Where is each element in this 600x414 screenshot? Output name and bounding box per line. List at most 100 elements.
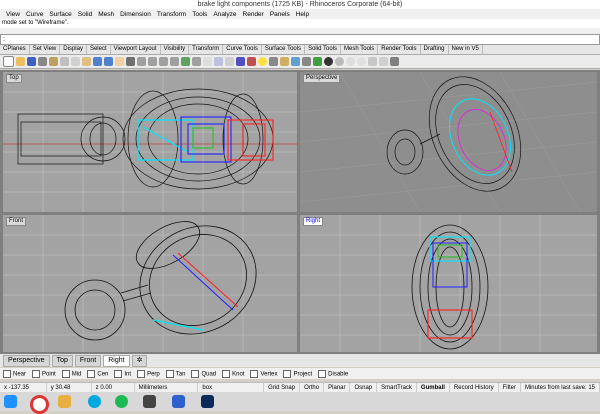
- osnap-tan[interactable]: Tan: [165, 369, 185, 378]
- four-views-icon[interactable]: [192, 57, 201, 66]
- viewport-front[interactable]: Front: [3, 215, 297, 352]
- unlock-icon[interactable]: [291, 57, 300, 66]
- app-icon[interactable]: [172, 395, 185, 408]
- help-icon[interactable]: [390, 57, 399, 66]
- menu-render[interactable]: Render: [243, 11, 264, 18]
- named-views-icon[interactable]: [214, 57, 223, 66]
- viewport-tab-perspective[interactable]: Perspective: [3, 354, 50, 367]
- new-icon[interactable]: [3, 56, 14, 67]
- osnap-int[interactable]: Int: [114, 369, 131, 378]
- menu-solid[interactable]: Solid: [78, 11, 92, 18]
- render-icon[interactable]: [368, 57, 377, 66]
- taskbar: [0, 392, 600, 414]
- menu-tools[interactable]: Tools: [192, 11, 207, 18]
- shaded-icon[interactable]: [313, 57, 322, 66]
- tab-viewport-layout[interactable]: Viewport Layout: [111, 45, 161, 54]
- menu-dimension[interactable]: Dimension: [120, 11, 151, 18]
- copy-icon[interactable]: [71, 57, 80, 66]
- file-explorer-icon[interactable]: [58, 395, 71, 408]
- pan-icon[interactable]: [115, 57, 124, 66]
- tab-display[interactable]: Display: [60, 45, 87, 54]
- tab-drafting[interactable]: Drafting: [421, 45, 449, 54]
- lights-icon[interactable]: [247, 57, 256, 66]
- tab-render-tools[interactable]: Render Tools: [378, 45, 421, 54]
- open-icon[interactable]: [16, 57, 25, 66]
- viewport-tab-front[interactable]: Front: [74, 354, 102, 367]
- menu-curve[interactable]: Curve: [26, 11, 43, 18]
- zoom-extents-icon[interactable]: [159, 57, 168, 66]
- photoshop-icon[interactable]: [201, 395, 214, 408]
- start-icon[interactable]: [4, 395, 17, 408]
- material-icon[interactable]: [346, 57, 355, 66]
- skype-icon[interactable]: [88, 395, 101, 408]
- options-icon[interactable]: [379, 57, 388, 66]
- wireframe-icon[interactable]: [302, 57, 311, 66]
- rotate-view-icon[interactable]: [126, 57, 135, 66]
- osnap-knot[interactable]: Knot: [222, 369, 244, 378]
- zoom-icon[interactable]: [137, 57, 146, 66]
- menu-help[interactable]: Help: [296, 11, 309, 18]
- show-icon[interactable]: [269, 57, 278, 66]
- cut-icon[interactable]: [60, 57, 69, 66]
- command-input[interactable]: :: [0, 34, 600, 45]
- layer-icon[interactable]: [236, 57, 245, 66]
- osnap-quad[interactable]: Quad: [191, 369, 216, 378]
- viewport-tab-right[interactable]: Right: [103, 354, 130, 367]
- viewport-label-right[interactable]: Right: [303, 217, 324, 226]
- menu-mesh[interactable]: Mesh: [98, 11, 114, 18]
- select-icon[interactable]: [225, 57, 234, 66]
- osnap-perp[interactable]: Perp: [137, 369, 160, 378]
- osnap-project[interactable]: Project: [283, 369, 312, 378]
- menu-view[interactable]: View: [6, 11, 20, 18]
- command-history: mode set to "Wireframe".: [0, 19, 600, 28]
- viewport-right[interactable]: Right: [300, 215, 597, 352]
- undo-view-icon[interactable]: [181, 57, 190, 66]
- rhino-icon[interactable]: [143, 395, 156, 408]
- viewport-label-top[interactable]: Top: [6, 74, 22, 83]
- print-icon[interactable]: [38, 57, 47, 66]
- tab-new-in-v5[interactable]: New in V5: [449, 45, 483, 54]
- environment-icon[interactable]: [357, 57, 366, 66]
- viewport-label-perspective[interactable]: Perspective: [303, 74, 341, 83]
- paste-icon[interactable]: [82, 57, 91, 66]
- tab-mesh-tools[interactable]: Mesh Tools: [341, 45, 379, 54]
- save-icon[interactable]: [27, 57, 36, 66]
- redo-icon[interactable]: [104, 57, 113, 66]
- osnap-bar: Near Point Mid Cen Int Perp Tan Quad Kno…: [0, 368, 600, 379]
- undo-icon[interactable]: [93, 57, 102, 66]
- menu-panels[interactable]: Panels: [270, 11, 290, 18]
- osnap-disable[interactable]: Disable: [318, 369, 348, 378]
- osnap-point[interactable]: Point: [32, 369, 56, 378]
- viewport-perspective[interactable]: Perspective: [300, 72, 597, 212]
- viewport-top[interactable]: Top: [3, 72, 297, 212]
- osnap-mid[interactable]: Mid: [61, 369, 81, 378]
- hide-icon[interactable]: [258, 57, 267, 66]
- menu-analyze[interactable]: Analyze: [213, 11, 236, 18]
- tab-cplanes[interactable]: CPlanes: [0, 45, 30, 54]
- spotify-icon[interactable]: [115, 395, 128, 408]
- osnap-cen[interactable]: Cen: [87, 369, 108, 378]
- lock-icon[interactable]: [280, 57, 289, 66]
- cplane-icon[interactable]: [203, 57, 212, 66]
- zoom-selected-icon[interactable]: [170, 57, 179, 66]
- osnap-near[interactable]: Near: [3, 369, 26, 378]
- tab-select[interactable]: Select: [87, 45, 111, 54]
- tab-visibility[interactable]: Visibility: [161, 45, 190, 54]
- tab-surface-tools[interactable]: Surface Tools: [262, 45, 306, 54]
- zoom-window-icon[interactable]: [148, 57, 157, 66]
- osnap-vertex[interactable]: Vertex: [250, 369, 277, 378]
- chrome-icon[interactable]: [30, 395, 49, 414]
- menu-surface[interactable]: Surface: [49, 11, 71, 18]
- tab-transform[interactable]: Transform: [189, 45, 224, 54]
- viewport-tab-top[interactable]: Top: [51, 354, 73, 367]
- viewport-label-front[interactable]: Front: [6, 217, 27, 226]
- properties-icon[interactable]: [49, 57, 58, 66]
- tab-set-view[interactable]: Set View: [30, 45, 61, 54]
- rendered-icon[interactable]: [324, 57, 333, 66]
- tab-solid-tools[interactable]: Solid Tools: [305, 45, 341, 54]
- menu-transform[interactable]: Transform: [157, 11, 186, 18]
- add-viewport-tab-icon[interactable]: ✲: [131, 354, 148, 367]
- main-toolbar: [0, 55, 600, 69]
- tab-curve-tools[interactable]: Curve Tools: [223, 45, 262, 54]
- sphere-icon[interactable]: [335, 57, 344, 66]
